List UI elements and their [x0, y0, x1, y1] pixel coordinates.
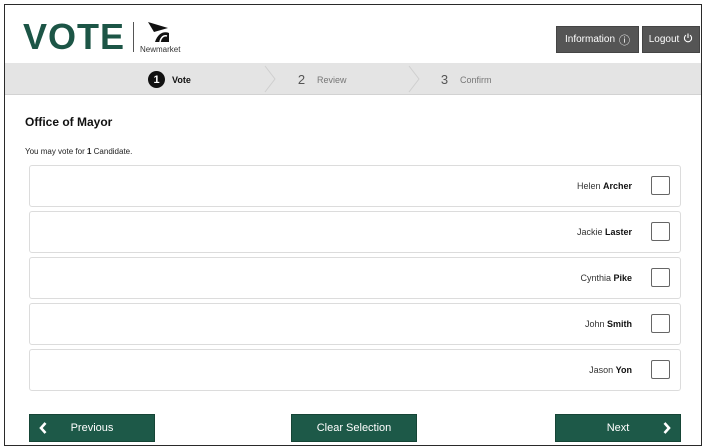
instruction-suffix: Candidate. — [91, 147, 133, 156]
next-button[interactable]: Next — [555, 414, 681, 442]
office-title: Office of Mayor — [25, 115, 113, 129]
candidate-row[interactable]: Jason Yon — [29, 349, 681, 391]
candidate-last-name: Archer — [602, 181, 632, 191]
logout-label: Logout — [648, 34, 680, 45]
candidate-checkbox[interactable] — [651, 360, 670, 379]
voting-app-window: VOTE Newmarket Information ⓘ Logout 1 Vo… — [4, 4, 702, 446]
progress-steps: 1 Vote 2 Review 3 Confirm — [5, 63, 701, 95]
candidate-row[interactable]: John Smith — [29, 303, 681, 345]
step-label: Confirm — [460, 74, 492, 85]
candidate-first-name: John — [584, 319, 605, 329]
candidate-checkbox[interactable] — [651, 222, 670, 241]
step-label: Vote — [172, 74, 191, 85]
candidate-name: Jason Yon — [589, 365, 632, 375]
vote-instructions: You may vote for 1 Candidate. — [25, 147, 132, 156]
candidate-checkbox[interactable] — [651, 314, 670, 333]
candidate-name: Cynthia Pike — [580, 273, 632, 283]
step-vote: 1 Vote — [148, 71, 191, 88]
clear-selection-label: Clear Selection — [316, 422, 392, 434]
candidate-name: Jackie Laster — [577, 227, 632, 237]
previous-label: Previous — [70, 422, 114, 434]
newmarket-logo-icon: Newmarket — [140, 20, 196, 54]
candidate-name: John Smith — [585, 319, 632, 329]
candidate-last-name: Laster — [604, 227, 632, 237]
logo: VOTE Newmarket — [23, 19, 196, 55]
previous-button[interactable]: Previous — [29, 414, 155, 442]
candidate-last-name: Pike — [613, 273, 632, 283]
power-icon — [683, 33, 693, 46]
candidate-last-name: Smith — [606, 319, 632, 329]
logo-divider — [133, 22, 135, 52]
step-review: 2 Review — [293, 71, 347, 88]
chevron-left-icon — [39, 422, 47, 434]
step-separator-icon — [408, 65, 420, 93]
candidate-checkbox[interactable] — [651, 176, 670, 195]
clear-selection-button[interactable]: Clear Selection — [291, 414, 417, 442]
logo-subtext: Newmarket — [140, 45, 181, 54]
information-button[interactable]: Information ⓘ — [556, 26, 639, 53]
candidate-checkbox[interactable] — [651, 268, 670, 287]
candidate-last-name: Yon — [615, 365, 632, 375]
header: VOTE Newmarket Information ⓘ Logout — [5, 5, 701, 63]
candidate-first-name: Helen — [576, 181, 601, 191]
logo-text: VOTE — [23, 16, 126, 57]
candidate-first-name: Jackie — [576, 227, 603, 237]
step-number: 3 — [436, 71, 453, 88]
next-label: Next — [606, 422, 630, 434]
step-number: 1 — [148, 71, 165, 88]
instruction-prefix: You may vote for — [25, 147, 87, 156]
candidate-row[interactable]: Helen Archer — [29, 165, 681, 207]
information-label: Information — [564, 34, 616, 45]
logout-button[interactable]: Logout — [642, 26, 700, 53]
info-circle-icon: ⓘ — [619, 34, 631, 47]
step-number: 2 — [293, 71, 310, 88]
candidate-row[interactable]: Jackie Laster — [29, 211, 681, 253]
candidate-first-name: Jason — [589, 365, 614, 375]
candidate-first-name: Cynthia — [580, 273, 611, 283]
candidate-list: Helen Archer Jackie Laster Cynthia Pike … — [29, 165, 681, 395]
step-confirm: 3 Confirm — [436, 71, 492, 88]
candidate-name: Helen Archer — [577, 181, 632, 191]
candidate-row[interactable]: Cynthia Pike — [29, 257, 681, 299]
step-label: Review — [317, 74, 347, 85]
chevron-right-icon — [663, 422, 671, 434]
step-separator-icon — [264, 65, 276, 93]
